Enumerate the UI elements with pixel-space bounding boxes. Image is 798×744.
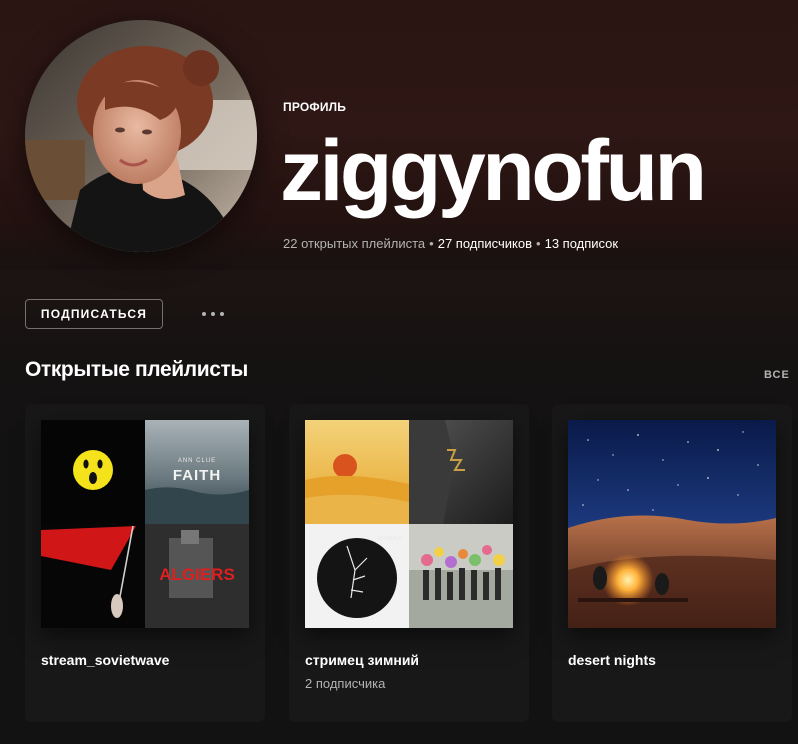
profile-avatar[interactable] — [25, 20, 257, 252]
follow-button[interactable]: ПОДПИСАТЬСЯ — [25, 299, 163, 329]
playlist-cover: ANN CLUE FAITH ALGIERS — [41, 420, 249, 628]
playlist-cover — [568, 420, 776, 628]
see-all-link[interactable]: ВСЕ — [764, 369, 790, 381]
playlist-title[interactable]: desert nights — [568, 652, 656, 668]
playlist-card[interactable]: ANN CLUE FAITH ALGIERS stream_sovietwave — [25, 404, 265, 722]
album-text-faith: FAITH — [173, 467, 221, 484]
followers-link[interactable]: 27 подписчиков — [438, 236, 532, 251]
stats-separator: • — [536, 236, 541, 251]
profile-type-label: ПРОФИЛЬ — [283, 100, 347, 114]
more-options-icon[interactable] — [196, 304, 230, 324]
album-text-ann-clue: ANN CLUE — [178, 458, 216, 464]
playlist-cover: SEYMOUR — [305, 420, 513, 628]
playlist-card[interactable]: desert nights — [552, 404, 792, 722]
album-text-algiers: ALGIERS — [159, 565, 235, 584]
stats-separator: • — [429, 236, 434, 251]
section-title[interactable]: Открытые плейлисты — [25, 358, 248, 382]
playlist-title[interactable]: стримец зимний — [305, 652, 419, 668]
profile-stats: 22 открытых плейлиста • 27 подписчиков • 13 … — [283, 236, 618, 251]
following-link[interactable]: 13 подписок — [545, 236, 619, 251]
public-playlists-count: 22 открытых плейлиста — [283, 236, 426, 251]
profile-name: ziggynofun — [280, 123, 707, 219]
playlist-followers: 2 подписчика — [305, 676, 386, 691]
album-text-seymour: SEYMOUR — [377, 536, 403, 542]
playlist-title[interactable]: stream_sovietwave — [41, 652, 169, 668]
playlist-card[interactable]: SEYMOUR стримец зимний 2 подписчика — [289, 404, 529, 722]
